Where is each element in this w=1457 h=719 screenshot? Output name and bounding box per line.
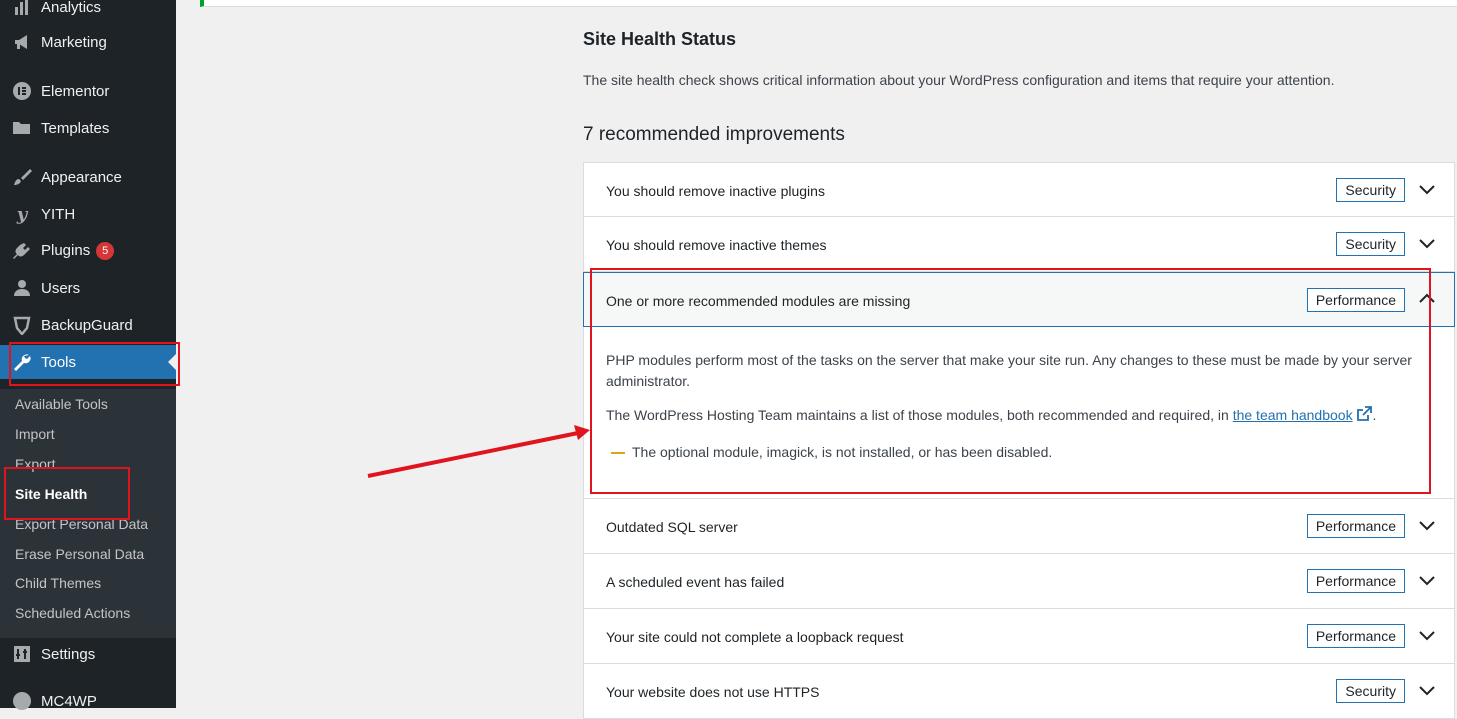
menu-item-yith[interactable]: y YITH [0, 197, 176, 231]
issue-title: Your website does not use HTTPS [606, 684, 820, 700]
warning-dash-icon [611, 452, 625, 454]
menu-label: Users [41, 279, 81, 297]
menu-item-marketing[interactable]: Marketing [0, 25, 176, 59]
elementor-icon [11, 80, 33, 102]
menu-label: Tools [41, 353, 77, 371]
chevron-down-icon [1419, 686, 1435, 696]
issue-row[interactable]: You should remove inactive plugins Secur… [583, 162, 1455, 217]
page-title: Site Health Status [583, 29, 737, 49]
menu-item-elementor[interactable]: Elementor [0, 74, 176, 108]
improvements-heading: 7 recommended improvements [583, 124, 845, 145]
menu-item-backupguard[interactable]: BackupGuard [0, 308, 176, 342]
menu-item-templates[interactable]: Templates [0, 111, 176, 145]
issue-category-badge: Performance [1306, 514, 1405, 538]
issue-row[interactable]: Your site could not complete a loopback … [583, 609, 1455, 664]
megaphone-icon [11, 31, 33, 53]
menu-label: Analytics [41, 0, 102, 16]
issue-title: A scheduled event has failed [606, 574, 785, 590]
issue-category-badge: Performance [1306, 288, 1405, 312]
chevron-down-icon [1419, 185, 1435, 195]
admin-notice [200, 0, 1457, 7]
shield-icon [11, 314, 33, 336]
menu-label: Elementor [41, 82, 110, 100]
issue-details-panel: PHP modules perform most of the tasks on… [583, 327, 1455, 499]
issue-row[interactable]: Outdated SQL server Performance [583, 499, 1455, 554]
issue-category-badge: Security [1336, 679, 1405, 703]
menu-label: Settings [41, 645, 96, 663]
menu-item-users[interactable]: Users [0, 271, 176, 305]
issue-title: One or more recommended modules are miss… [606, 293, 911, 309]
chevron-down-icon [1419, 631, 1435, 641]
issue-row[interactable]: You should remove inactive themes Securi… [583, 217, 1455, 272]
plug-icon [11, 240, 33, 262]
tools-submenu: Available Tools Import Export Site Healt… [0, 389, 176, 638]
submenu-erase-personal-data[interactable]: Erase Personal Data [15, 546, 144, 562]
annotation-arrow [367, 425, 590, 478]
admin-sidebar: Analytics Marketing Elementor Templates … [0, 0, 176, 710]
team-handbook-link[interactable]: the team handbook [1233, 407, 1353, 423]
menu-item-tools[interactable]: Tools [0, 345, 176, 379]
menu-item-mc4wp[interactable]: MC4WP [0, 684, 176, 718]
chevron-down-icon [1419, 239, 1435, 249]
handbook-text: The WordPress Hosting Team maintains a l… [606, 407, 1229, 423]
menu-item-settings[interactable]: Settings [0, 637, 176, 671]
yith-icon: y [16, 203, 28, 225]
issue-row[interactable]: Your website does not use HTTPS Security [583, 664, 1455, 719]
menu-label: Marketing [41, 33, 107, 51]
menu-label: YITH [41, 205, 76, 223]
update-count-badge: 5 [96, 242, 115, 261]
submenu-export-personal-data[interactable]: Export Personal Data [15, 516, 148, 532]
issue-title: You should remove inactive plugins [606, 183, 825, 199]
issue-title: Your site could not complete a loopback … [606, 629, 904, 645]
issue-category-badge: Performance [1306, 569, 1405, 593]
submenu-scheduled-actions[interactable]: Scheduled Actions [15, 605, 130, 621]
page-description: The site health check shows critical inf… [583, 72, 1335, 88]
issue-row[interactable]: A scheduled event has failed Performance [583, 554, 1455, 609]
external-link-icon [1357, 406, 1373, 421]
settings-sliders-icon [11, 643, 33, 665]
issue-title: Outdated SQL server [606, 519, 738, 535]
plugins-label: Plugins [41, 241, 91, 259]
issue-category-badge: Security [1336, 232, 1405, 256]
issue-category-badge: Performance [1306, 624, 1405, 648]
chevron-down-icon [1419, 521, 1435, 531]
issue-title: You should remove inactive themes [606, 237, 827, 253]
mc4wp-icon [11, 690, 33, 712]
submenu-site-health[interactable]: Site Health [15, 486, 87, 502]
menu-label: MC4WP [41, 692, 97, 710]
issue-category-badge: Security [1336, 178, 1405, 202]
details-paragraph: PHP modules perform most of the tasks on… [606, 352, 1412, 389]
menu-label: Appearance [41, 168, 122, 186]
details-paragraph-handbook: The WordPress Hosting Team maintains a l… [606, 406, 1376, 423]
module-warning: The optional module, imagick, is not ins… [632, 444, 1053, 460]
chevron-up-icon [1419, 293, 1435, 303]
submenu-child-themes[interactable]: Child Themes [15, 575, 101, 591]
user-icon [11, 277, 33, 299]
menu-label: BackupGuard [41, 316, 133, 334]
menu-item-plugins[interactable]: Plugins 5 [0, 234, 176, 268]
issue-row-expanded[interactable]: One or more recommended modules are miss… [583, 272, 1455, 327]
site-health-accordion: You should remove inactive plugins Secur… [583, 162, 1455, 719]
submenu-export[interactable]: Export [15, 456, 55, 472]
handbook-suffix: . [1372, 407, 1377, 423]
menu-label: Templates [41, 119, 110, 137]
submenu-import[interactable]: Import [15, 426, 55, 442]
menu-item-analytics[interactable]: Analytics [0, 0, 176, 24]
submenu-available-tools[interactable]: Available Tools [15, 396, 108, 412]
menu-item-appearance[interactable]: Appearance [0, 160, 176, 194]
menu-label: Plugins 5 [41, 241, 115, 261]
folder-icon [11, 117, 33, 139]
wrench-icon [11, 351, 33, 373]
chevron-down-icon [1419, 576, 1435, 586]
bar-chart-icon [11, 0, 33, 18]
handbook-link-text: the team handbook [1232, 407, 1353, 423]
paintbrush-icon [11, 166, 33, 188]
